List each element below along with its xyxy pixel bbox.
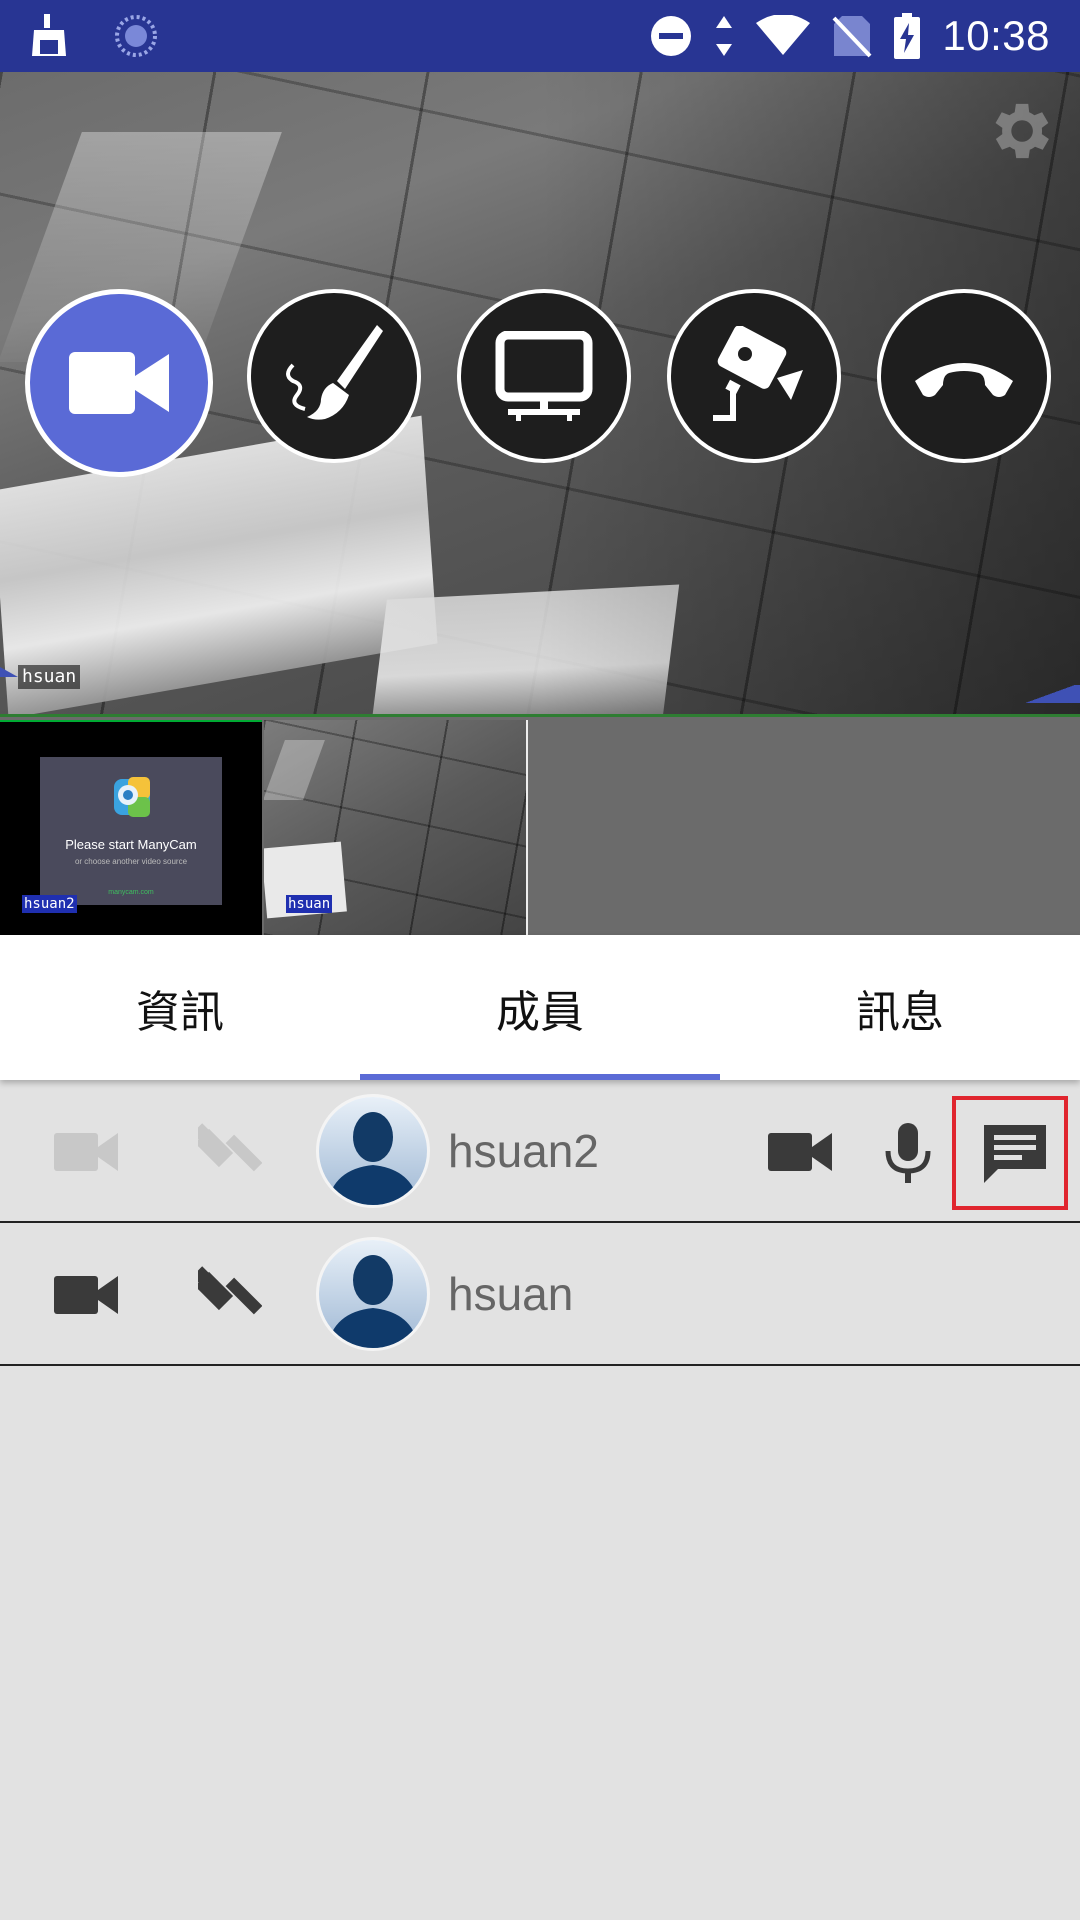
hang-up-icon <box>915 363 1013 397</box>
member-moderator-toggle[interactable] <box>192 1121 263 1181</box>
thumbnail-hsuan2[interactable]: Please start ManyCam or choose another v… <box>0 720 262 935</box>
video-camera-icon <box>54 1133 118 1171</box>
participant-thumbnails: Please start ManyCam or choose another v… <box>0 717 1080 935</box>
tab-messages[interactable]: 訊息 <box>720 935 1080 1080</box>
member-camera-toggle[interactable] <box>54 1264 118 1324</box>
video-camera-icon <box>768 1133 832 1171</box>
member-camera-toggle[interactable] <box>54 1121 118 1181</box>
member-moderator-toggle[interactable] <box>192 1264 263 1324</box>
member-list-empty-area <box>0 1366 1080 1920</box>
main-video-view[interactable]: hsuan <box>0 72 1080 717</box>
data-arrows-icon <box>714 16 734 56</box>
toggle-video-button[interactable] <box>25 289 213 477</box>
settings-button[interactable] <box>982 94 1056 168</box>
member-name: hsuan2 <box>448 1125 599 1177</box>
main-video-participant-label: hsuan <box>18 665 81 689</box>
video-camera-icon <box>54 1276 118 1314</box>
screen-share-button[interactable] <box>457 289 631 463</box>
user-silhouette-icon <box>319 1240 427 1348</box>
clock: 10:38 <box>942 12 1050 59</box>
no-sim-icon <box>832 14 872 58</box>
security-camera-icon <box>713 326 803 421</box>
user-silhouette-icon <box>319 1097 427 1205</box>
cleaner-icon <box>30 14 68 58</box>
thumbnail-label: hsuan2 <box>22 895 77 913</box>
tab-bar: 資訊 成員 訊息 <box>0 935 1080 1080</box>
do-not-disturb-icon <box>650 15 692 57</box>
tab-info[interactable]: 資訊 <box>0 935 360 1080</box>
status-bar: 10:38 <box>0 0 1080 72</box>
paint-brush-icon <box>286 325 383 420</box>
gavel-icon <box>192 1123 263 1172</box>
gear-icon <box>995 103 1049 159</box>
thumbnail-label: hsuan <box>286 895 333 913</box>
whiteboard-button[interactable] <box>247 289 421 463</box>
chat-button-highlight <box>952 1096 1068 1210</box>
manycam-logo-icon <box>114 777 150 817</box>
sync-circle-icon <box>114 14 158 58</box>
gavel-icon <box>192 1266 263 1315</box>
placeholder-subtitle: or choose another video source <box>74 857 188 866</box>
surveillance-camera-button[interactable] <box>667 289 841 463</box>
monitor-icon <box>495 331 593 421</box>
tab-members[interactable]: 成員 <box>360 935 720 1080</box>
member-video-button[interactable] <box>768 1121 832 1181</box>
member-row-hsuan2[interactable]: hsuan2 <box>0 1080 1080 1223</box>
member-row-hsuan[interactable]: hsuan <box>0 1223 1080 1366</box>
microphone-icon <box>885 1123 931 1183</box>
member-name: hsuan <box>448 1268 574 1320</box>
avatar <box>316 1237 430 1351</box>
avatar <box>316 1094 430 1208</box>
placeholder-title: Please start ManyCam <box>65 837 197 852</box>
hang-up-button[interactable] <box>877 289 1051 463</box>
thumbnail-hsuan[interactable]: hsuan <box>264 720 526 935</box>
battery-charging-icon <box>894 13 921 59</box>
wifi-icon <box>756 15 811 57</box>
member-mic-button[interactable] <box>876 1121 940 1183</box>
video-camera-icon <box>69 352 169 414</box>
manycam-placeholder: Please start ManyCam or choose another v… <box>40 757 222 905</box>
